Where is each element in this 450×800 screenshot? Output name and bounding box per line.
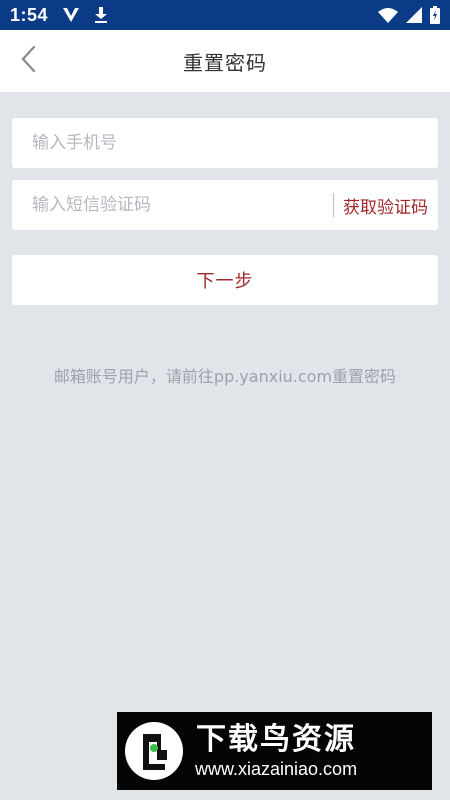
phone-field [12,118,438,168]
status-left: 1:54 [10,5,108,26]
wifi-icon [378,7,398,23]
battery-icon [430,6,440,24]
status-right [378,6,440,24]
download-icon [94,7,108,23]
back-button[interactable] [10,42,46,80]
header: 重置密码 [0,30,450,92]
vee-logo-icon [62,7,80,23]
signal-icon [406,7,422,23]
sms-code-field: 获取验证码 [12,180,438,230]
sms-code-input[interactable] [12,180,333,230]
bird-logo-icon [123,720,185,782]
watermark-text: 下载鸟资源 www.xiazainiao.com [195,722,357,780]
get-code-button[interactable]: 获取验证码 [334,193,438,218]
status-bar: 1:54 [0,0,450,30]
watermark-url: www.xiazainiao.com [195,759,358,779]
status-time: 1:54 [10,4,49,25]
page-title: 重置密码 [183,50,267,75]
chevron-left-icon [20,45,36,77]
watermark: 下载鸟资源 www.xiazainiao.com [117,712,432,790]
watermark-title: 下载鸟资源 [196,722,357,757]
next-button[interactable]: 下一步 [12,255,438,305]
email-user-hint: 邮箱账号用户，请前往pp.yanxiu.com重置密码 [53,367,397,386]
phone-input[interactable] [12,118,438,168]
